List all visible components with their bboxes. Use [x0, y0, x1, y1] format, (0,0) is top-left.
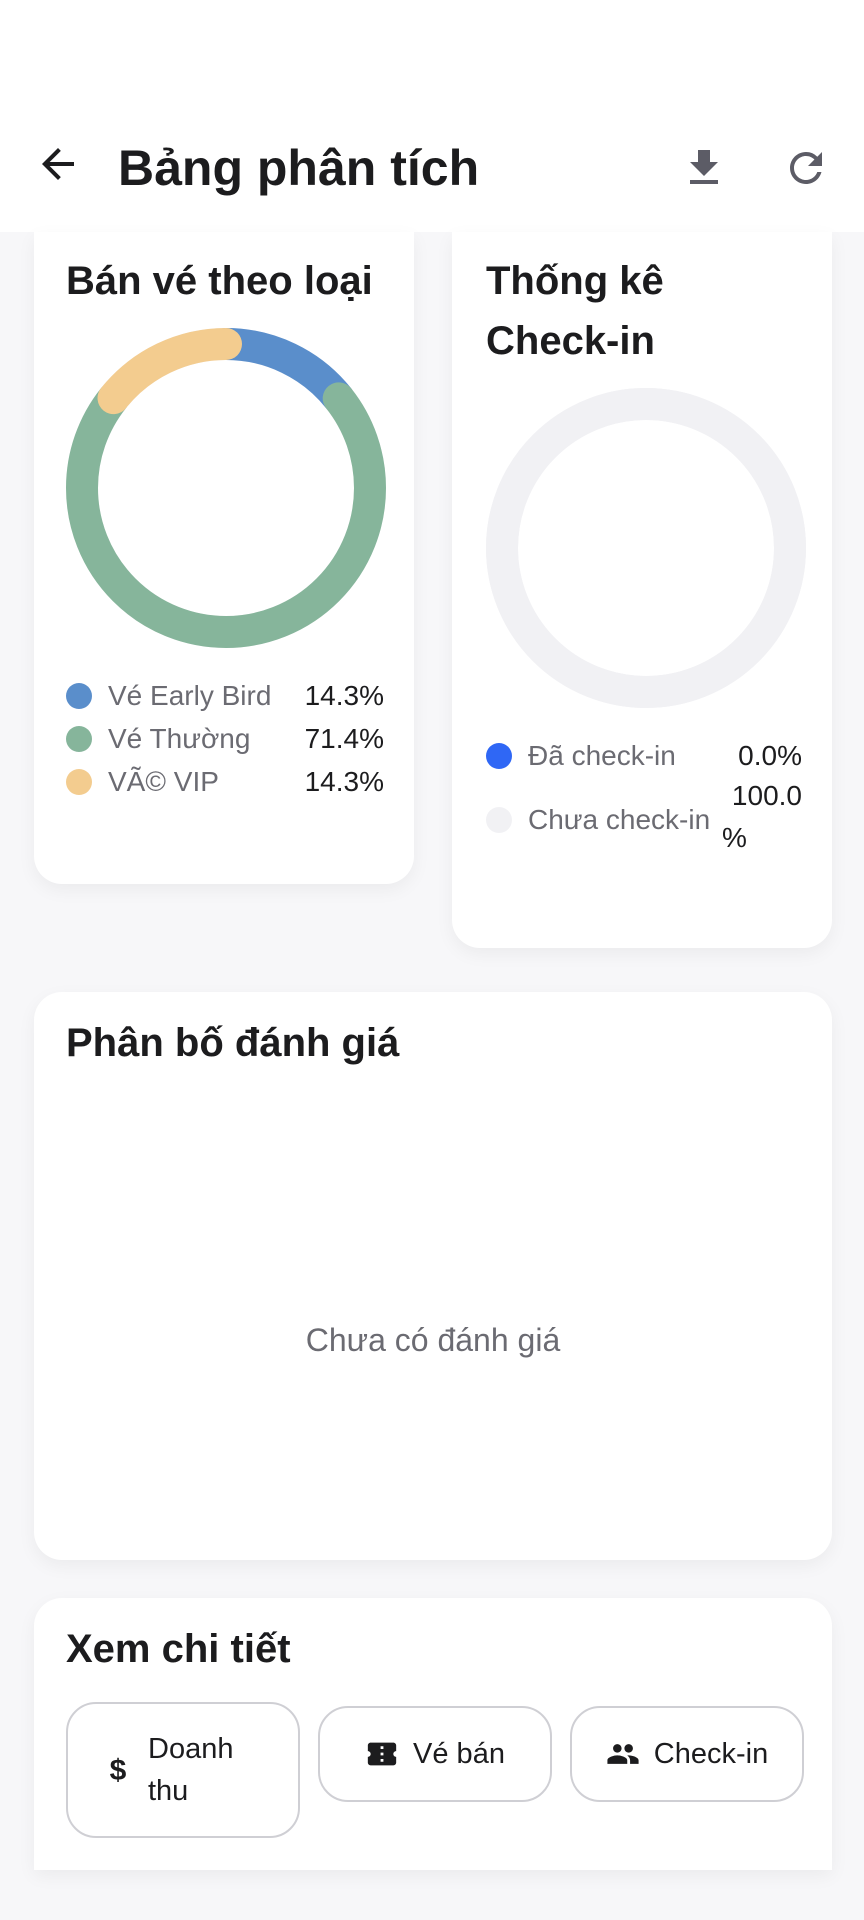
- legend-item: Vé Thường 71.4%: [66, 723, 384, 755]
- details-title: Xem chi tiết: [66, 1627, 291, 1671]
- app-bar: Bảng phân tích: [0, 0, 864, 232]
- ticket-sales-title: Bán vé theo loại: [66, 259, 373, 303]
- legend-item: Vé Early Bird 14.3%: [66, 680, 384, 712]
- tickets-sold-button[interactable]: Vé bán: [318, 1706, 552, 1802]
- refresh-icon: [790, 152, 822, 184]
- revenue-button-label-line1: Doanh: [148, 1733, 234, 1765]
- legend-value: 71.4%: [304, 723, 384, 754]
- legend-item: VÃ© VIP 14.3%: [66, 766, 384, 798]
- rating-distribution-card: Phân bố đánh giá Chưa có đánh giá: [34, 992, 832, 1560]
- legend-swatch: [486, 807, 512, 833]
- checkin-button-label: Check-in: [653, 1737, 769, 1770]
- tickets-sold-button-label: Vé bán: [413, 1737, 505, 1770]
- svg-text:$: $: [110, 1754, 127, 1787]
- refresh-button[interactable]: [782, 144, 830, 192]
- legend-swatch: [66, 726, 92, 752]
- page-title: Bảng phân tích: [118, 140, 480, 196]
- download-button[interactable]: [680, 144, 728, 192]
- revenue-button[interactable]: $ Doanh thu: [66, 1702, 300, 1838]
- people-icon: [607, 1744, 639, 1764]
- legend-label: Vé Thường: [108, 723, 251, 754]
- checkin-stats-card: Thống kê Check-in Đã check-in 0.0% Chưa …: [452, 232, 832, 948]
- legend-label: Chưa check-in: [528, 804, 711, 835]
- checkin-title-line2: Check-in: [486, 319, 655, 363]
- legend-value: 14.3%: [304, 766, 384, 797]
- checkin-donut-chart: [486, 388, 806, 708]
- rating-title: Phân bố đánh giá: [66, 1021, 400, 1065]
- legend-value: 0.0%: [738, 740, 802, 771]
- legend-swatch: [66, 769, 92, 795]
- checkin-button[interactable]: Check-in: [570, 1706, 804, 1802]
- legend-item: Đã check-in 0.0%: [486, 740, 802, 772]
- checkin-title-line1: Thống kê: [486, 259, 664, 303]
- legend-label: VÃ© VIP: [108, 766, 219, 797]
- ticket-sales-card: Bán vé theo loại Vé Early Bird 14.3% Vé …: [34, 232, 414, 884]
- legend-label: Vé Early Bird: [108, 680, 272, 711]
- back-button[interactable]: [34, 140, 82, 188]
- dollar-icon: $: [110, 1754, 127, 1787]
- empty-state-text: Chưa có đánh giá: [305, 1322, 561, 1358]
- legend-swatch: [486, 743, 512, 769]
- legend-value: 100.0: [731, 780, 802, 811]
- legend-value-unit: %: [722, 822, 747, 853]
- ticket-sales-donut-chart: [66, 328, 386, 648]
- legend-swatch: [66, 683, 92, 709]
- legend-label: Đã check-in: [528, 740, 676, 771]
- details-card: Xem chi tiết $ Doanh thu Vé bán Check-in: [34, 1598, 832, 1870]
- donut-slice-ch-a-check-in: [486, 388, 806, 708]
- ticket-icon: [367, 1742, 397, 1766]
- revenue-button-label-line2: thu: [148, 1775, 189, 1807]
- download-icon: [690, 150, 718, 184]
- arrow-left-icon: [42, 148, 74, 180]
- legend-value: 14.3%: [304, 680, 384, 711]
